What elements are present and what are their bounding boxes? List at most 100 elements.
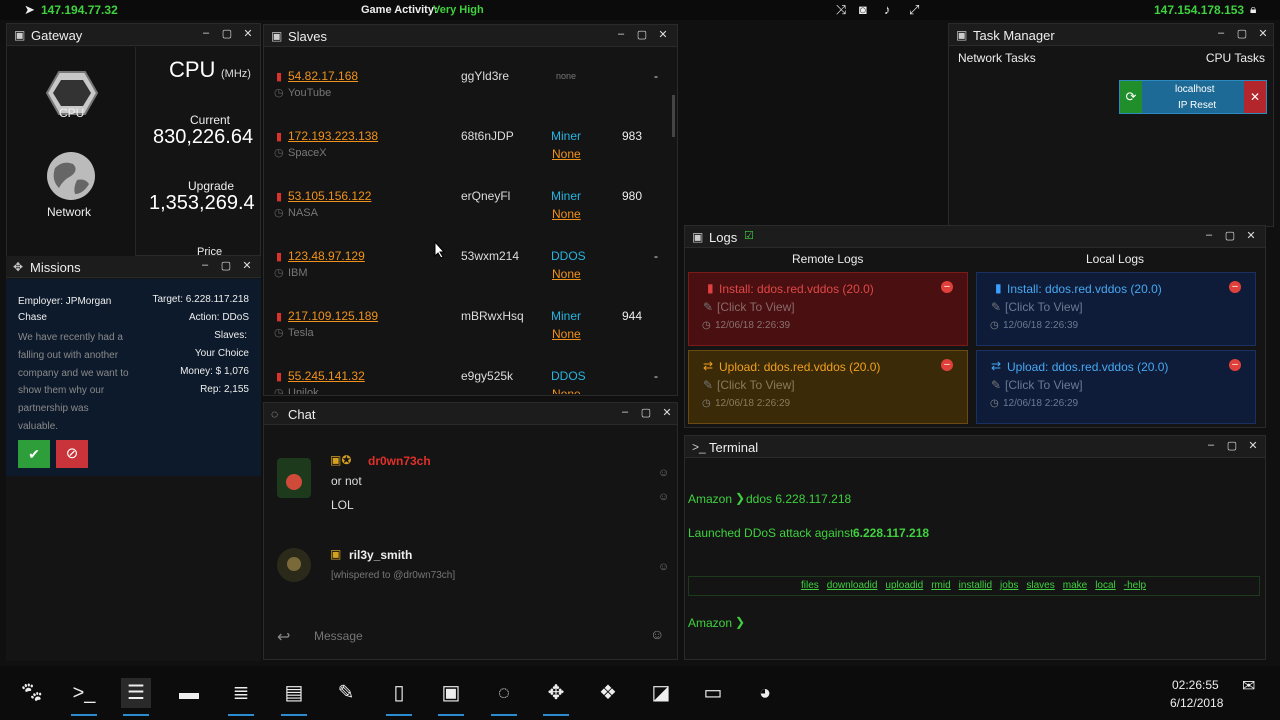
maximize-icon[interactable]: ▢: [219, 259, 233, 272]
monitor-icon[interactable]: ▭: [698, 678, 728, 708]
remove-log-icon[interactable]: –: [1229, 281, 1241, 293]
close-icon[interactable]: ✕: [240, 259, 254, 272]
paw-icon[interactable]: 🐾︎: [17, 678, 47, 708]
slave-row[interactable]: ▮ 55.245.141.32 ◷ Unilok e9gy525k DDOS None -: [264, 368, 669, 394]
money-icon[interactable]: ▣: [436, 678, 466, 716]
avatar[interactable]: [277, 458, 311, 498]
trash-icon[interactable]: ▮: [276, 250, 282, 263]
maximize-icon[interactable]: ▢: [639, 406, 653, 419]
mic-off-icon[interactable]: ♪: [884, 2, 891, 17]
mission-card[interactable]: Employer: JPMorgan Chase We have recentl…: [6, 279, 261, 476]
help-link[interactable]: make: [1063, 580, 1087, 591]
slave-row[interactable]: ▮ 217.109.125.189 ◷ Tesla mBRwxHsq Miner None 9…: [264, 308, 669, 366]
maximize-icon[interactable]: ▢: [1225, 439, 1239, 452]
slave-ip[interactable]: 217.109.125.189: [288, 309, 378, 323]
help-link[interactable]: -help: [1124, 580, 1146, 591]
slave-row[interactable]: ▮ 53.105.156.122 ◷ NASA erQneyFl Miner None 980: [264, 188, 669, 246]
cpu-label[interactable]: CPU: [59, 106, 84, 120]
cpu-task-item[interactable]: ⟳ localhost IP Reset ✕: [1119, 80, 1267, 114]
terminal-icon[interactable]: >_: [69, 678, 99, 716]
maximize-icon[interactable]: ▢: [1235, 27, 1249, 40]
camera-icon[interactable]: ◙: [859, 2, 867, 17]
trash-icon[interactable]: ▮: [276, 370, 282, 383]
help-link[interactable]: local: [1095, 580, 1116, 591]
local-log-install[interactable]: ▮ Install: ddos.red.vddos (20.0) ✎ [Clic…: [976, 272, 1256, 346]
close-icon[interactable]: ✕: [241, 27, 255, 40]
slave-type[interactable]: DDOS: [551, 369, 586, 383]
slave-ip[interactable]: 172.193.223.138: [288, 129, 378, 143]
avatar[interactable]: [277, 548, 311, 582]
task-manager-titlebar[interactable]: ▣ Task Manager – ▢ ✕: [949, 24, 1273, 46]
maximize-icon[interactable]: ▢: [220, 27, 234, 40]
help-link[interactable]: installid: [959, 580, 992, 591]
help-link[interactable]: downloadid: [827, 580, 878, 591]
help-link[interactable]: files: [801, 580, 819, 591]
slave-subtype[interactable]: None: [552, 147, 581, 161]
reply-icon[interactable]: ↩: [277, 627, 290, 647]
minimize-icon[interactable]: –: [1204, 439, 1218, 451]
remote-log-upload[interactable]: ⇄ Upload: ddos.red.vddos (20.0) ✎ [Click…: [688, 350, 968, 424]
slave-subtype[interactable]: None: [552, 327, 581, 341]
smile-icon[interactable]: ☺: [658, 491, 669, 503]
slave-row[interactable]: ▮ 123.48.97.129 ◷ IBM 53wxm214 DDOS None -: [264, 248, 669, 306]
slave-ip[interactable]: 55.245.141.32: [288, 369, 365, 383]
slave-ip[interactable]: 123.48.97.129: [288, 249, 365, 263]
chat-username[interactable]: dr0wn73ch: [368, 454, 431, 468]
servers-icon[interactable]: ☰: [121, 678, 151, 716]
trash-icon[interactable]: ▮: [276, 130, 282, 143]
contact-icon[interactable]: ▤: [279, 678, 309, 716]
close-icon[interactable]: ✕: [656, 28, 670, 41]
globe-icon[interactable]: [45, 150, 97, 202]
accept-button[interactable]: ✔: [18, 440, 50, 468]
trash-icon[interactable]: ▮: [276, 70, 282, 83]
logs-titlebar[interactable]: ▣ Logs ☑ – ▢ ✕: [685, 226, 1265, 248]
log-view[interactable]: [Click To View]: [717, 300, 795, 314]
help-link[interactable]: rmid: [931, 580, 950, 591]
remove-log-icon[interactable]: –: [1229, 359, 1241, 371]
smile-icon[interactable]: ☺: [658, 467, 669, 479]
lock-icon[interactable]: 🔒︎: [1250, 2, 1256, 17]
fullscreen-icon[interactable]: ⤢: [909, 2, 919, 18]
cubes-icon[interactable]: ❖: [593, 678, 623, 708]
pencil-icon[interactable]: ✎: [331, 678, 361, 708]
crosshair-icon[interactable]: ✥: [541, 678, 571, 716]
minimize-icon[interactable]: –: [618, 406, 632, 418]
chat-titlebar[interactable]: ◌ Chat – ▢ ✕: [264, 403, 677, 425]
maximize-icon[interactable]: ▢: [1223, 229, 1237, 242]
task-cancel-icon[interactable]: ✕: [1244, 81, 1266, 113]
slave-subtype[interactable]: None: [552, 387, 581, 394]
missions-titlebar[interactable]: ✥ Missions – ▢ ✕: [6, 256, 261, 278]
log-view[interactable]: [Click To View]: [1005, 378, 1083, 392]
remove-log-icon[interactable]: –: [941, 281, 953, 293]
slave-type[interactable]: Miner: [551, 309, 581, 323]
minimize-icon[interactable]: –: [1202, 229, 1216, 241]
slave-type[interactable]: DDOS: [551, 249, 586, 263]
trash-icon[interactable]: ▮: [276, 310, 282, 323]
slave-row[interactable]: ▮ 172.193.223.138 ◷ SpaceX 68t6nJDP Miner None…: [264, 128, 669, 186]
slave-type[interactable]: Miner: [551, 129, 581, 143]
minimize-icon[interactable]: –: [1214, 27, 1228, 39]
refresh-icon[interactable]: ⟳: [1120, 81, 1142, 113]
slave-type[interactable]: Miner: [551, 189, 581, 203]
document-icon[interactable]: ◪: [646, 678, 676, 708]
chat-username[interactable]: ril3y_smith: [349, 548, 412, 562]
help-link[interactable]: uploadid: [885, 580, 923, 591]
notebook-icon[interactable]: ▯: [384, 678, 414, 716]
terminal-input[interactable]: [747, 612, 1247, 632]
slave-ip[interactable]: 53.105.156.122: [288, 189, 371, 203]
shuffle-icon[interactable]: ⤨: [836, 2, 846, 18]
maximize-icon[interactable]: ▢: [635, 28, 649, 41]
terminal-titlebar[interactable]: >_ Terminal – ▢ ✕: [685, 436, 1265, 458]
slave-ip[interactable]: 54.82.17.168: [288, 69, 358, 83]
close-icon[interactable]: ✕: [1246, 439, 1260, 452]
gateway-titlebar[interactable]: ▣ Gateway – ▢ ✕: [7, 24, 260, 46]
remove-log-icon[interactable]: –: [941, 359, 953, 371]
close-icon[interactable]: ✕: [660, 406, 674, 419]
slaves-scrollbar[interactable]: [672, 95, 675, 137]
help-link[interactable]: slaves: [1026, 580, 1054, 591]
pie-chart-icon[interactable]: ◕: [750, 678, 780, 708]
smile-icon[interactable]: ☺: [658, 561, 669, 573]
local-log-upload[interactable]: ⇄ Upload: ddos.red.vddos (20.0) ✎ [Click…: [976, 350, 1256, 424]
network-label[interactable]: Network: [47, 205, 91, 219]
message-input[interactable]: [314, 626, 634, 646]
